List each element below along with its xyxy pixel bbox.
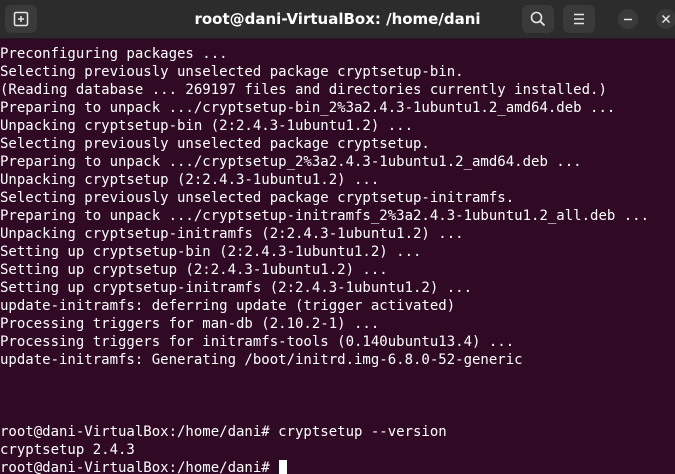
output-line: Unpacking cryptsetup-initramfs (2:2.4.3-… xyxy=(0,226,464,242)
new-tab-button[interactable] xyxy=(5,5,37,33)
output-line: Selecting previously unselected package … xyxy=(0,190,515,206)
output-line: Processing triggers for initramfs-tools … xyxy=(0,334,515,350)
output-line: Unpacking cryptsetup-bin (2:2.4.3-1ubunt… xyxy=(0,118,414,134)
minimize-button[interactable] xyxy=(618,9,638,29)
command-line: root@dani-VirtualBox:/home/dani# cryptse… xyxy=(0,424,447,440)
output-line: Preconfiguring packages ... xyxy=(0,46,228,62)
text-cursor xyxy=(279,460,288,474)
hamburger-menu-icon xyxy=(574,13,584,25)
close-icon xyxy=(661,14,671,24)
title-bar: root@dani-VirtualBox: /home/dani xyxy=(0,0,675,39)
search-icon xyxy=(530,11,545,26)
close-button[interactable] xyxy=(656,9,675,29)
output-line: Setting up cryptsetup (2:2.4.3-1ubuntu1.… xyxy=(0,262,388,278)
output-line: Preparing to unpack .../cryptsetup-initr… xyxy=(0,208,650,224)
output-line: Setting up cryptsetup-initramfs (2:2.4.3… xyxy=(0,280,473,296)
output-line: Preparing to unpack .../cryptsetup_2%3a2… xyxy=(0,154,582,170)
terminal-output[interactable]: Preconfiguring packages ... Selecting pr… xyxy=(0,38,675,474)
output-line: Selecting previously unselected package … xyxy=(0,64,464,80)
prompt-line[interactable]: root@dani-VirtualBox:/home/dani# xyxy=(0,459,675,474)
menu-button[interactable] xyxy=(563,5,595,33)
version-output: cryptsetup 2.4.3 xyxy=(0,442,135,458)
output-line: Processing triggers for man-db (2.10.2-1… xyxy=(0,316,380,332)
output-line: Selecting previously unselected package … xyxy=(0,136,430,152)
output-line: update-initramfs: deferring update (trig… xyxy=(0,298,456,314)
output-line: Setting up cryptsetup-bin (2:2.4.3-1ubun… xyxy=(0,244,422,260)
minimize-icon xyxy=(624,18,632,21)
output-line: Unpacking cryptsetup (2:2.4.3-1ubuntu1.2… xyxy=(0,172,380,188)
terminal-window: root@dani-VirtualBox: /home/dani Preconf… xyxy=(0,0,675,474)
new-tab-icon xyxy=(13,11,29,27)
output-line: Preparing to unpack .../cryptsetup-bin_2… xyxy=(0,100,616,116)
search-button[interactable] xyxy=(522,5,554,33)
output-line: update-initramfs: Generating /boot/initr… xyxy=(0,352,523,368)
shell-prompt: root@dani-VirtualBox:/home/dani# xyxy=(0,460,279,474)
output-line: (Reading database ... 269197 files and d… xyxy=(0,82,607,98)
